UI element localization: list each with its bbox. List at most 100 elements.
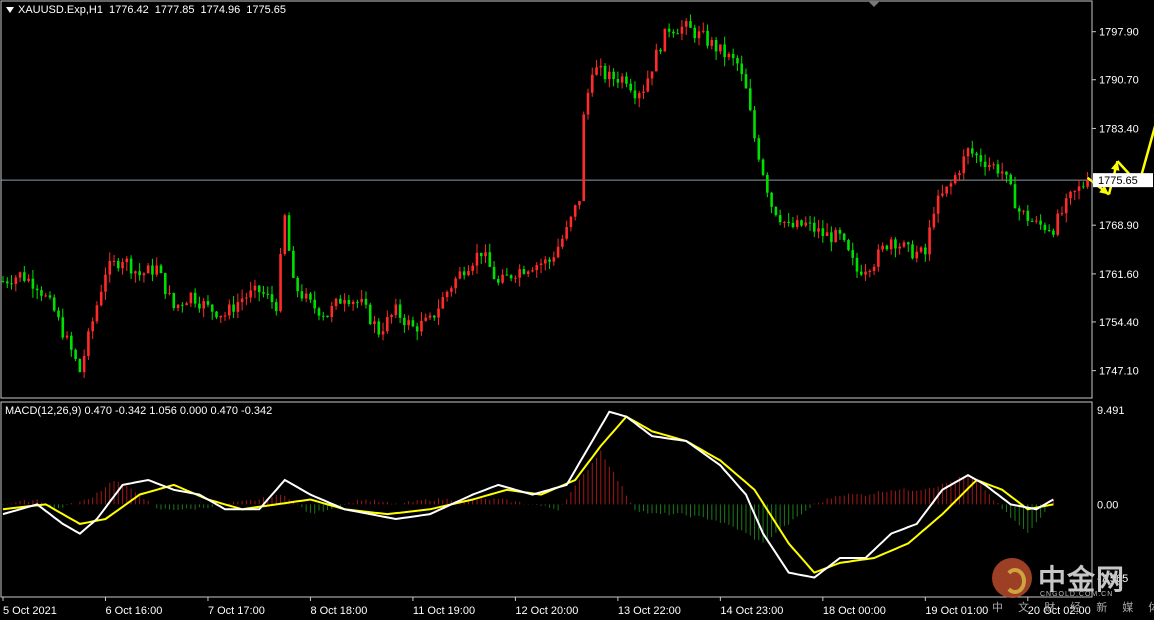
y-tick-label: 1790.70: [1099, 75, 1139, 87]
candle-body: [61, 317, 65, 338]
menu-triangle-icon[interactable]: [6, 7, 14, 14]
candle-body: [902, 242, 906, 247]
candle-body: [334, 298, 338, 307]
candle-body: [1005, 171, 1008, 175]
candle: [847, 238, 850, 252]
candle-body: [680, 26, 684, 34]
x-tick-label: 13 Oct 22:00: [618, 605, 681, 617]
candle-body: [757, 138, 761, 160]
candle-body: [163, 273, 167, 295]
candle-body: [390, 315, 393, 318]
candle-body: [650, 71, 654, 79]
candle-body: [966, 148, 970, 157]
candle-body: [381, 331, 385, 335]
candle-body: [988, 165, 991, 168]
candle-body: [257, 285, 261, 293]
candle: [753, 106, 756, 142]
candle-body: [1022, 210, 1025, 212]
candle-body: [894, 239, 897, 249]
current-price-label: 1775.65: [1098, 175, 1138, 187]
candle-body: [240, 298, 244, 303]
candle-body: [65, 335, 69, 338]
candle-body: [27, 278, 30, 281]
candle-body: [228, 304, 231, 316]
candle-body: [672, 31, 675, 34]
candle-body: [219, 315, 223, 318]
candle-body: [394, 304, 398, 316]
candle-body: [48, 295, 52, 298]
candle-body: [492, 266, 496, 280]
candle-body: [403, 317, 406, 326]
candle-body: [215, 311, 218, 318]
candle-body: [663, 28, 667, 52]
candle-body: [210, 304, 214, 312]
candle-body: [936, 195, 940, 214]
candle: [761, 158, 765, 177]
x-tick-label: 14 Oct 23:00: [720, 605, 783, 617]
candle-body: [279, 254, 282, 312]
candle-body: [970, 148, 974, 154]
candle-body: [689, 21, 692, 28]
candle-body: [326, 315, 329, 318]
candle-body: [727, 53, 731, 58]
candle-body: [1, 281, 5, 283]
candle: [663, 28, 667, 52]
candle-body: [731, 53, 735, 59]
candle-body: [582, 114, 586, 202]
candle-body: [808, 222, 812, 224]
candle-body: [74, 349, 77, 360]
candle-body: [753, 110, 756, 139]
candle-body: [411, 320, 415, 327]
candle-body: [206, 301, 210, 305]
candle-body: [138, 271, 141, 276]
candle-body: [616, 78, 620, 83]
candle-body: [719, 44, 722, 52]
x-tick-label: 5 Oct 2021: [3, 605, 57, 617]
candle-body: [693, 27, 697, 39]
candle-body: [441, 297, 445, 309]
candle-body: [595, 67, 598, 75]
candle-body: [364, 298, 368, 305]
candle-body: [420, 320, 423, 332]
candle-body: [450, 288, 453, 292]
candle-body: [599, 65, 603, 68]
candle-body: [1043, 224, 1047, 231]
candle-body: [744, 74, 748, 89]
candle-body: [548, 259, 551, 262]
high-value: 1777.85: [154, 4, 195, 16]
candle-body: [386, 317, 389, 332]
candle-body: [646, 78, 650, 92]
candle-body: [565, 227, 568, 239]
x-tick-label: 7 Oct 17:00: [208, 605, 265, 617]
candle-body: [343, 300, 346, 304]
candle-body: [108, 261, 112, 275]
candle-body: [1082, 186, 1085, 188]
candle-body: [906, 242, 910, 245]
candle-body: [561, 238, 564, 247]
y-tick-label: 1761.60: [1099, 269, 1139, 281]
candle-body: [10, 283, 13, 285]
candle-body: [701, 30, 705, 32]
candle-body: [629, 83, 632, 91]
candle-body: [608, 71, 611, 80]
candle-body: [881, 245, 884, 250]
candle-body: [791, 222, 795, 228]
candle-body: [642, 91, 645, 94]
candle-body: [778, 215, 782, 223]
candle-body: [885, 245, 889, 250]
candle: [279, 247, 282, 313]
candle-body: [249, 290, 252, 298]
candle-body: [787, 221, 790, 223]
candle: [774, 206, 778, 217]
candle-body: [612, 71, 615, 79]
candle-body: [979, 155, 983, 162]
x-tick-label: 19 Oct 01:00: [925, 605, 988, 617]
candle-body: [535, 265, 539, 271]
candle-body: [146, 265, 150, 274]
candle-body: [838, 229, 842, 234]
candle-body: [911, 244, 914, 259]
candle-body: [415, 326, 419, 332]
candle-body: [159, 265, 163, 274]
cngold-logo-icon: [992, 558, 1032, 598]
candle-body: [360, 298, 363, 303]
